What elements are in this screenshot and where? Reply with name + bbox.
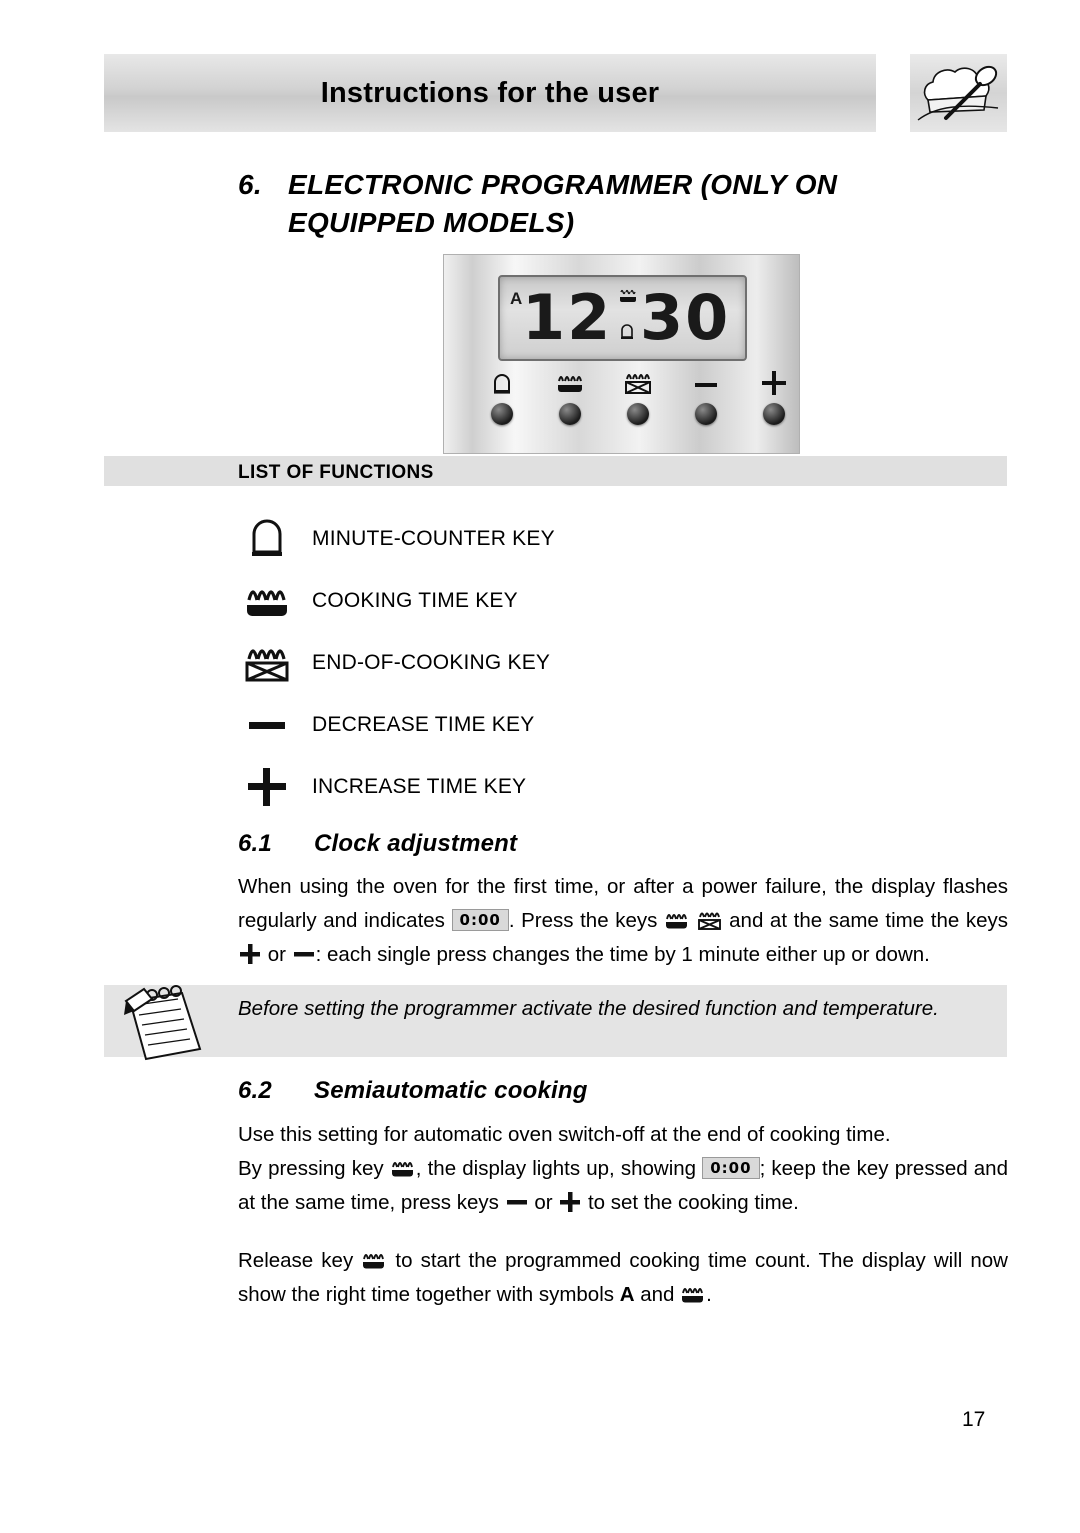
semiautomatic-paragraph-1: Use this setting for automatic oven swit…: [238, 1118, 1028, 1152]
clock-p1-b: . Press the keys: [508, 909, 658, 932]
function-label: MINUTE-COUNTER KEY: [312, 527, 555, 550]
semi-p2-b: , the display lights up, showing: [415, 1157, 697, 1180]
function-item-cooking-time: COOKING TIME KEY: [238, 570, 938, 632]
note-text: Before setting the programmer activate t…: [238, 997, 939, 1020]
notepad-pencil-icon: [112, 975, 216, 1067]
section-title-line1: ELECTRONIC PROGRAMMER (ONLY ON: [288, 169, 838, 200]
list-of-functions-heading: LIST OF FUNCTIONS: [238, 462, 434, 483]
page-header-bar: Instructions for the user: [104, 54, 876, 132]
function-item-increase-time: INCREASE TIME KEY: [238, 756, 938, 818]
subsection-number: 6.1: [238, 830, 272, 857]
plus-icon: [238, 763, 296, 811]
pan-heat-icon: [361, 1249, 387, 1271]
semi-p3-a: Release key: [238, 1249, 354, 1272]
lcd-bell-icon: [618, 321, 636, 341]
function-label: INCREASE TIME KEY: [312, 775, 527, 798]
pan-heat-crossed-icon: [608, 367, 668, 397]
clock-p1-d: or: [267, 943, 286, 966]
list-of-functions-bar: LIST OF FUNCTIONS: [104, 456, 1007, 486]
pan-heat-icon: [390, 1157, 416, 1179]
document-page: Instructions for the user 6. ELECTRONIC P…: [0, 0, 1080, 1533]
pan-heat-icon: [680, 1283, 706, 1305]
section-number: 6.: [238, 169, 262, 200]
minus-icon: [292, 943, 316, 965]
minus-icon: [676, 367, 736, 397]
function-item-end-of-cooking: END-OF-COOKING KEY: [238, 632, 938, 694]
semi-p2-e: to set the cooking time.: [587, 1191, 799, 1214]
cooking-time-key[interactable]: [540, 367, 600, 425]
lcd-digits-left: 12: [522, 281, 613, 354]
key-knob[interactable]: [491, 403, 513, 425]
function-label: COOKING TIME KEY: [312, 589, 518, 612]
semiautomatic-paragraph-2: By pressing key , the display lights up,…: [238, 1152, 1008, 1220]
semi-p3-c: and: [640, 1283, 675, 1306]
chef-hat-spoon-icon: [910, 54, 1007, 132]
subsection-number: 6.2: [238, 1077, 272, 1104]
function-item-minute-counter: MINUTE-COUNTER KEY: [238, 508, 938, 570]
minute-counter-key[interactable]: [472, 367, 532, 425]
minus-icon: [505, 1191, 529, 1213]
lcd-digits-right: 30: [640, 281, 731, 354]
function-label: END-OF-COOKING KEY: [312, 651, 551, 674]
function-label: DECREASE TIME KEY: [312, 713, 535, 736]
symbol-a: A: [619, 1283, 635, 1306]
key-knob[interactable]: [695, 403, 717, 425]
key-knob[interactable]: [763, 403, 785, 425]
programmer-key-row: [444, 367, 799, 447]
semiautomatic-paragraph-3: Release key to start the programmed cook…: [238, 1244, 1008, 1312]
clock-p1-c: and at the same time the keys: [729, 909, 1008, 932]
clock-p1-e: : each single press changes the time by …: [315, 943, 930, 966]
lcd-pan-heat-icon: [618, 287, 638, 305]
pan-heat-icon: [664, 909, 690, 931]
programmer-panel-image: A 12 30: [443, 254, 800, 454]
pan-heat-crossed-icon: [238, 639, 296, 687]
semi-p2-a: By pressing key: [238, 1157, 384, 1180]
list-of-functions: MINUTE-COUNTER KEY COOKING TIME KEY END-…: [238, 508, 938, 818]
subsection-title: Clock adjustment: [314, 830, 518, 857]
section-title-line2: EQUIPPED MODELS): [288, 207, 575, 238]
section-heading: 6. ELECTRONIC PROGRAMMER (ONLY ON EQUIPPE…: [238, 166, 958, 242]
semi-p2-d: or: [534, 1191, 553, 1214]
plus-icon: [558, 1191, 582, 1213]
page-title: Instructions for the user: [320, 76, 660, 109]
subsection-6-2-heading: 6.2 Semiautomatic cooking: [238, 1077, 588, 1105]
key-knob[interactable]: [627, 403, 649, 425]
semi-p3-d: .: [706, 1283, 712, 1306]
lcd-value-inline: 0:00: [451, 909, 509, 931]
end-of-cooking-key[interactable]: [608, 367, 668, 425]
subsection-6-1-heading: 6.1 Clock adjustment: [238, 830, 517, 858]
plus-icon: [238, 943, 262, 965]
lcd-value-inline: 0:00: [702, 1157, 760, 1179]
page-number: 17: [962, 1408, 986, 1431]
bell-icon: [238, 515, 296, 563]
subsection-title: Semiautomatic cooking: [314, 1077, 588, 1104]
increase-time-key[interactable]: [744, 367, 804, 425]
key-knob[interactable]: [559, 403, 581, 425]
decrease-time-key[interactable]: [676, 367, 736, 425]
pan-heat-icon: [540, 367, 600, 397]
minus-icon: [238, 701, 296, 749]
pan-heat-icon: [238, 577, 296, 625]
bell-icon: [472, 367, 532, 397]
semi-p1: Use this setting for automatic oven swit…: [238, 1123, 891, 1146]
programmer-lcd-display: A 12 30: [498, 275, 747, 361]
clock-adjustment-paragraph: When using the oven for the first time, …: [238, 870, 1008, 972]
plus-icon: [744, 367, 804, 397]
lcd-indicator-a: A: [510, 289, 523, 308]
pan-heat-crossed-icon: [697, 909, 723, 931]
function-item-decrease-time: DECREASE TIME KEY: [238, 694, 938, 756]
